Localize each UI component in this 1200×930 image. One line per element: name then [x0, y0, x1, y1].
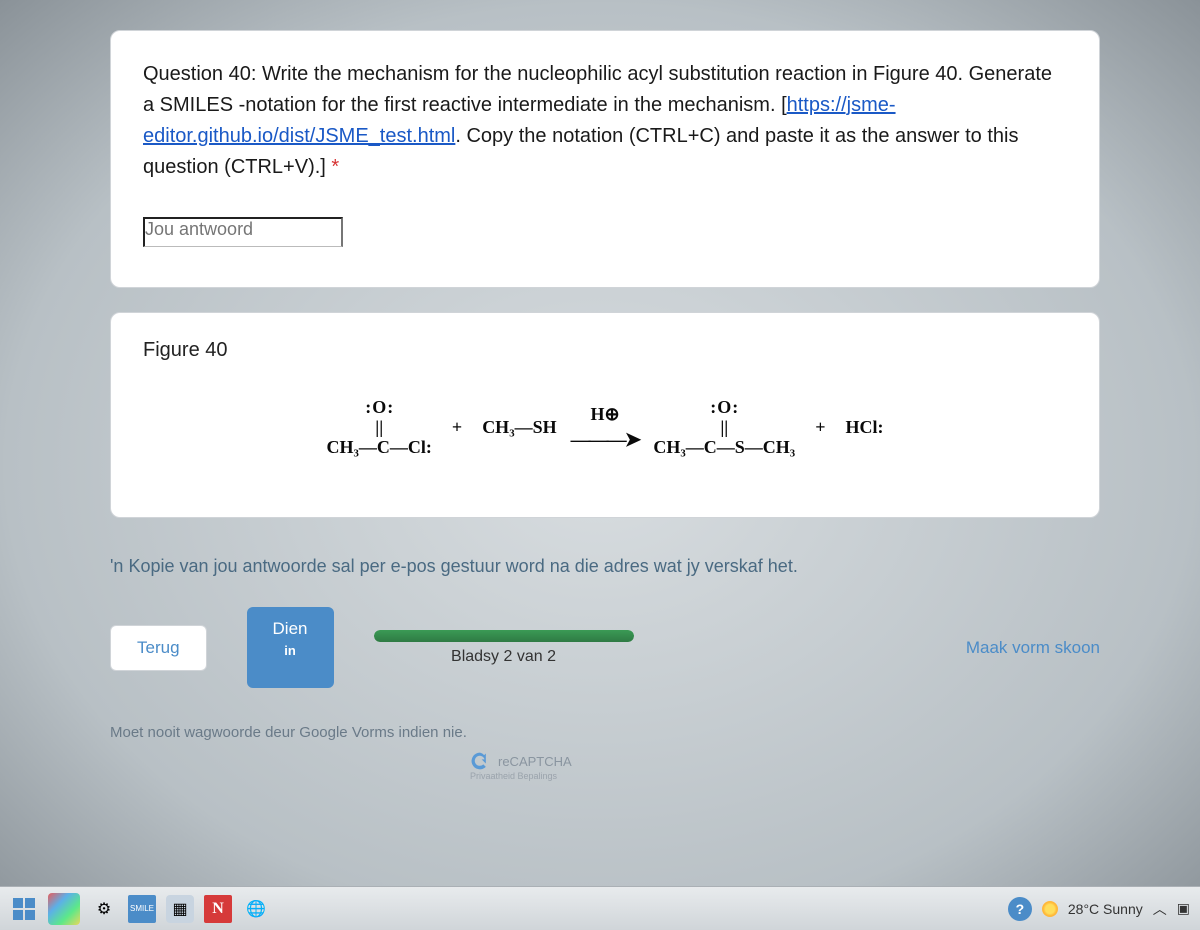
page-count: Bladsy 2 van 2 [451, 648, 556, 666]
plus-1: + [452, 417, 462, 438]
question-card: Question 40: Write the mechanism for the… [110, 30, 1100, 288]
help-icon[interactable]: ? [1008, 897, 1032, 921]
byproduct: HCl: [845, 417, 883, 438]
progress-bar [374, 630, 634, 642]
recaptcha-label: reCAPTCHA [498, 754, 572, 769]
product-main: CH₃—C—S—CH₃ [653, 438, 795, 458]
app-icon-2[interactable]: SMILE [128, 895, 156, 923]
browser-icon[interactable]: 🌐 [242, 895, 270, 923]
email-copy-note: 'n Kopie van jou antwoorde sal per e-pos… [110, 556, 1200, 577]
required-asterisk: * [331, 156, 339, 178]
weather-text: 28°C Sunny [1068, 901, 1143, 917]
reactant-1: O || CH₃—C—Cl: [327, 398, 432, 457]
recaptcha-badge: reCAPTCHA [470, 751, 1200, 771]
taskbar: ⚙ SMILE ▦ N 🌐 ? 28°C Sunny ︿ ▣ [0, 886, 1200, 930]
taskbar-right: ? 28°C Sunny ︿ ▣ [1008, 897, 1190, 921]
tray-icon[interactable]: ▣ [1177, 900, 1190, 917]
app-icon-1[interactable] [48, 893, 80, 925]
weather-icon [1042, 901, 1058, 917]
condition: H⊕ [590, 404, 619, 425]
submit-label: Dien [273, 619, 308, 638]
double-bond: || [720, 418, 728, 438]
submit-sublabel: in [273, 643, 308, 658]
question-prefix: Question 40: Write the mechanism for the… [143, 63, 1052, 116]
chevron-up-icon[interactable]: ︿ [1153, 899, 1167, 919]
arrow-icon: ———➤ [571, 427, 640, 452]
figure-card: Figure 40 O || CH₃—C—Cl: + CH₃—SH H⊕ ———… [110, 312, 1100, 518]
recaptcha-sublabel: Privaatheid Bepalings [470, 771, 1200, 781]
recaptcha-icon [470, 751, 490, 771]
reaction-arrow: H⊕ ———➤ [571, 404, 640, 452]
settings-icon[interactable]: ⚙ [90, 895, 118, 923]
password-warning: Moet nooit wagwoorde deur Google Vorms i… [110, 724, 1200, 741]
progress: Bladsy 2 van 2 [374, 630, 634, 666]
clear-form-link[interactable]: Maak vorm skoon [966, 638, 1100, 658]
figure-reaction: O || CH₃—C—Cl: + CH₃—SH H⊕ ———➤ O || CH₃… [143, 398, 1067, 457]
oxygen-atom: O [710, 398, 738, 418]
progress-fill [374, 630, 634, 642]
answer-input[interactable] [143, 217, 343, 247]
double-bond: || [375, 418, 383, 438]
question-text: Question 40: Write the mechanism for the… [143, 59, 1067, 183]
reactant-2: CH₃—SH [482, 417, 556, 438]
product-1: O || CH₃—C—S—CH₃ [653, 398, 795, 457]
back-button[interactable]: Terug [110, 625, 207, 671]
start-menu-icon[interactable] [10, 895, 38, 923]
oxygen-atom: O [365, 398, 393, 418]
figure-title: Figure 40 [143, 339, 1067, 362]
plus-2: + [815, 417, 825, 438]
app-n-icon[interactable]: N [204, 895, 232, 923]
submit-button[interactable]: Dien in [247, 607, 334, 688]
grid-icon[interactable]: ▦ [166, 895, 194, 923]
form-actions: Terug Dien in Bladsy 2 van 2 Maak vorm s… [110, 607, 1100, 688]
reactant1-main: CH₃—C—Cl: [327, 438, 432, 458]
